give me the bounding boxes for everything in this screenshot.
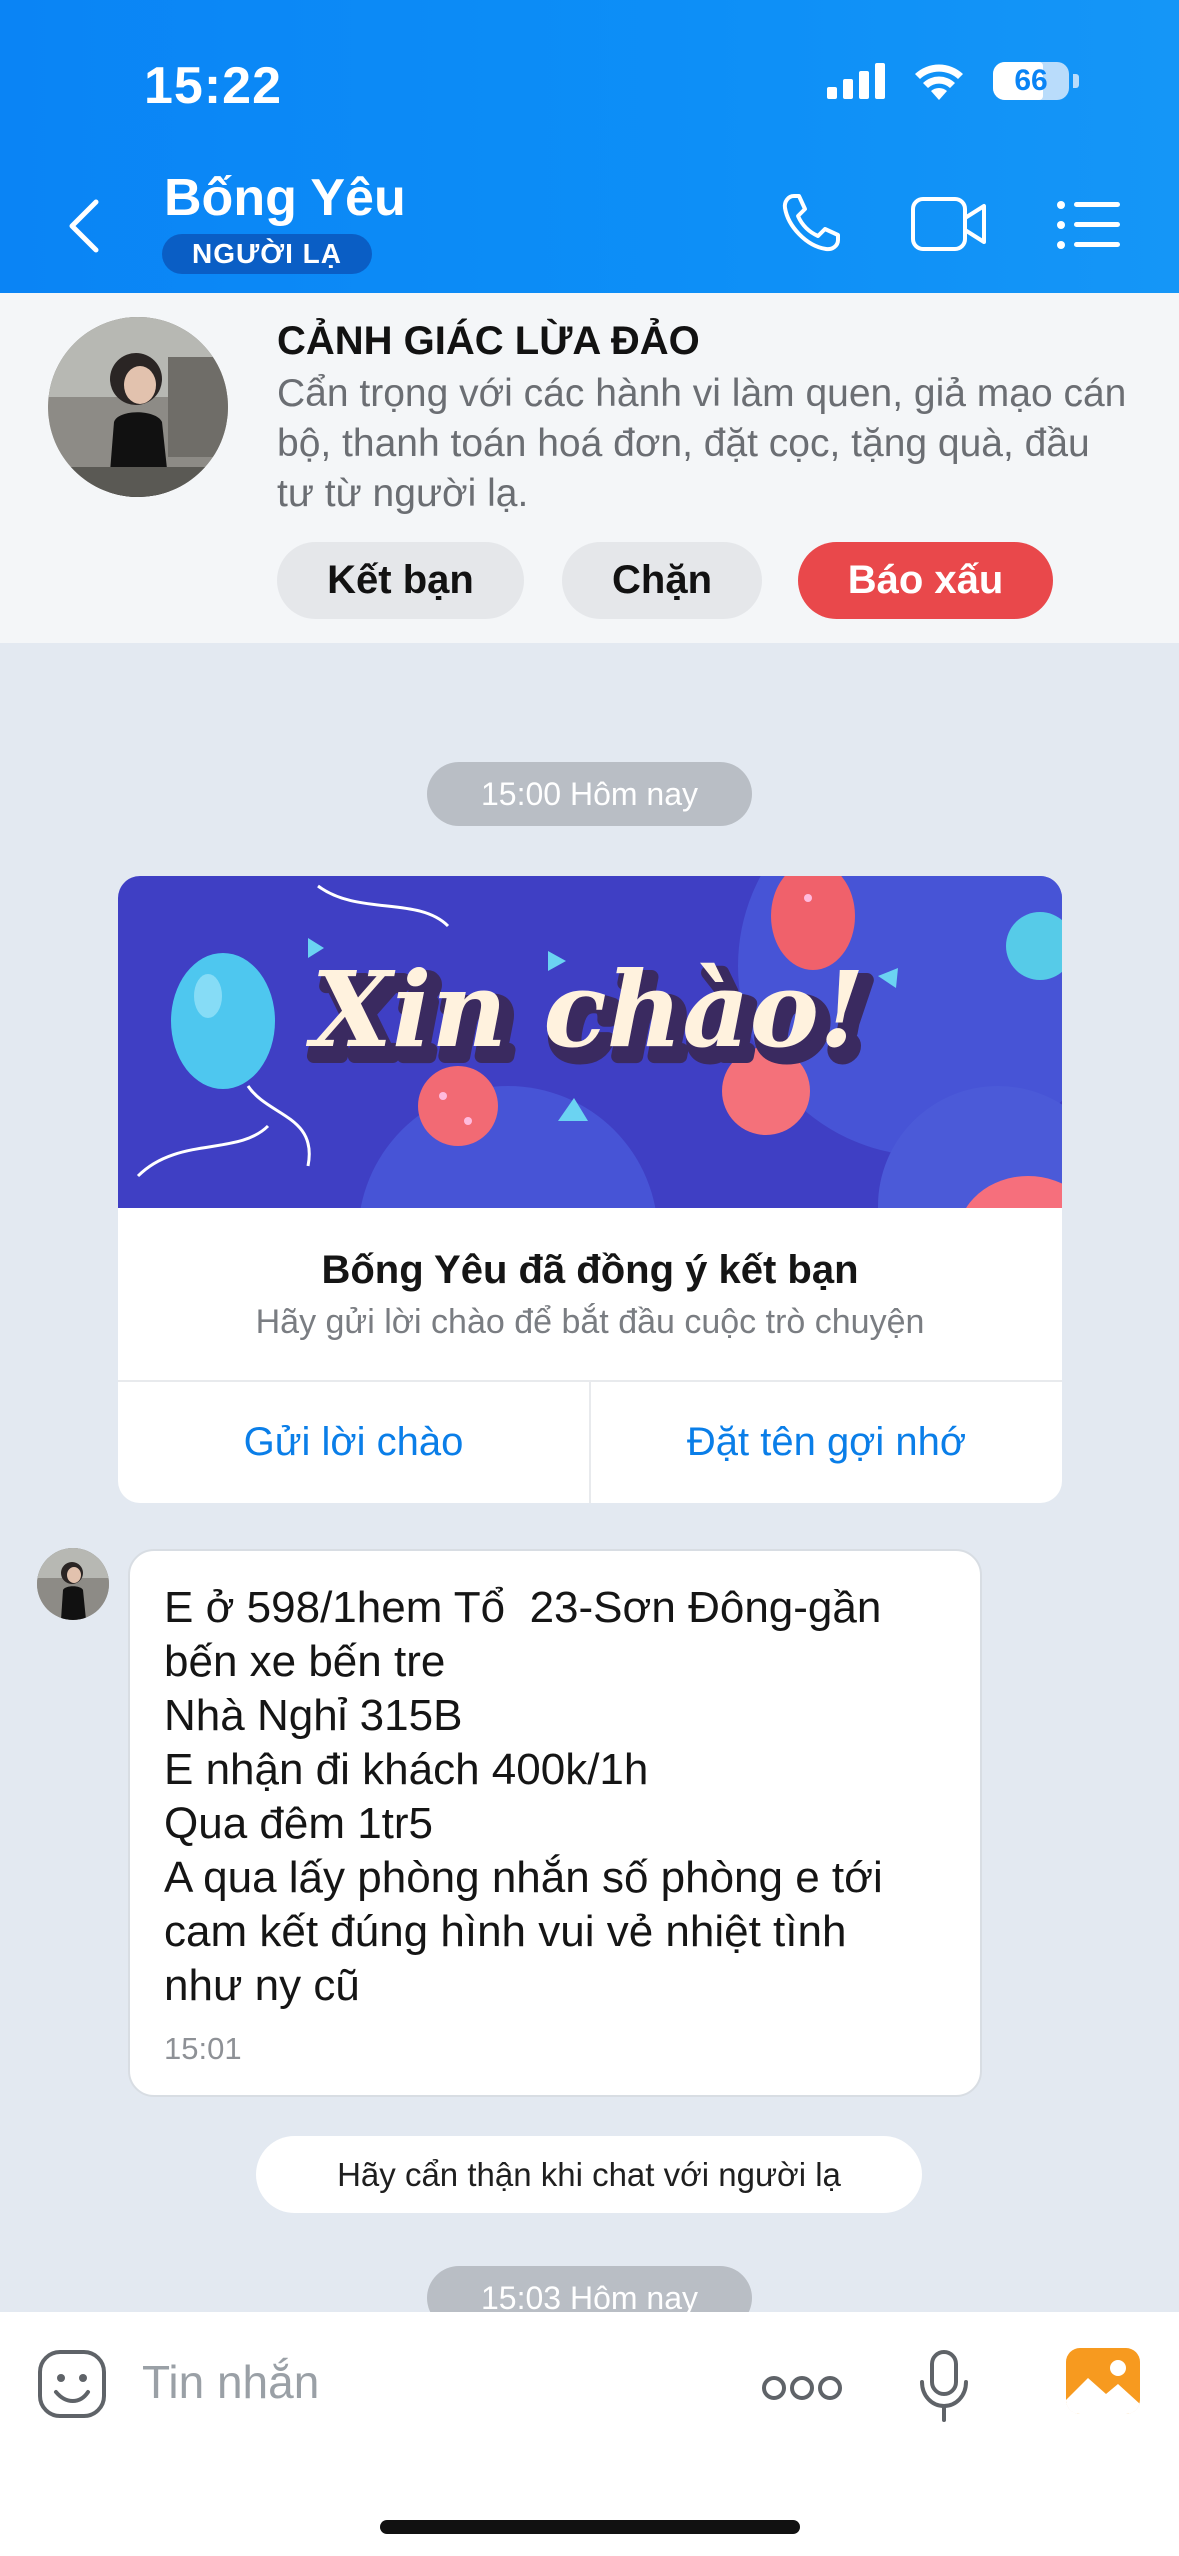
message-line: A qua lấy phòng nhắn số phòng e tới [164, 1853, 883, 1902]
wifi-icon [915, 64, 963, 100]
block-button[interactable]: Chặn [562, 542, 762, 619]
report-button[interactable]: Báo xấu [798, 542, 1053, 619]
video-call-icon[interactable] [910, 196, 988, 252]
message-time: 15:01 [164, 2031, 242, 2066]
stranger-badge: NGƯỜI LẠ [162, 234, 372, 274]
message-line: bến xe bến tre [164, 1637, 446, 1686]
card-title: Bống Yêu đã đồng ý kết bạn [321, 1248, 859, 1292]
message-bubble[interactable]: E ở 598/1hem Tổ 23-Sơn Đông-gần bến xe b… [128, 1549, 982, 2097]
contact-avatar[interactable] [48, 317, 228, 497]
sender-avatar[interactable] [37, 1548, 109, 1620]
status-time: 15:22 [144, 57, 282, 115]
back-icon[interactable] [60, 196, 110, 256]
friend-accepted-card: Xin chào! Xin chào! Bống Yêu đã đồng ý k… [118, 876, 1062, 1503]
message-line: Nhà Nghỉ 315B [164, 1691, 463, 1740]
sticker-icon[interactable] [36, 2348, 108, 2420]
add-friend-button[interactable]: Kết bạn [277, 542, 524, 619]
warning-text: Cẩn trọng với các hành vi làm quen, giả … [277, 372, 1127, 515]
greeting-banner: Xin chào! Xin chào! [118, 876, 1062, 1208]
message-line: cam kết đúng hình vui vẻ nhiệt tình [164, 1907, 847, 1956]
signal-icon [827, 63, 885, 99]
message-input[interactable]: Tin nhắn [142, 2355, 319, 2409]
message-line: E ở 598/1hem Tổ 23-Sơn Đông-gần [164, 1583, 882, 1632]
more-icon[interactable] [760, 2374, 844, 2402]
set-nickname-button[interactable]: Đặt tên gợi nhớ [591, 1382, 1062, 1503]
home-indicator [380, 2520, 800, 2534]
status-icons: 66 [827, 62, 1079, 100]
contact-name[interactable]: Bống Yêu [164, 168, 406, 228]
microphone-icon[interactable] [918, 2348, 970, 2424]
stranger-notice: Hãy cẩn thận khi chat với người lạ [256, 2136, 922, 2213]
scam-warning-panel: CẢNH GIÁC LỪA ĐẢO Cẩn trọng với các hành… [0, 293, 1179, 643]
phone-icon[interactable] [778, 190, 844, 256]
message-input-bar: Tin nhắn [0, 2312, 1179, 2556]
image-icon[interactable] [1066, 2348, 1140, 2414]
timestamp-chip: 15:00 Hôm nay [427, 762, 752, 826]
card-subtitle: Hãy gửi lời chào để bắt đầu cuộc trò chu… [255, 1303, 925, 1341]
banner-text: Xin chào! [305, 948, 864, 1071]
battery-level: 66 [1014, 64, 1048, 97]
message-line: như ny cũ [164, 1961, 360, 2010]
message-line: E nhận đi khách 400k/1h [164, 1745, 649, 1794]
send-greeting-button[interactable]: Gửi lời chào [118, 1382, 589, 1503]
menu-list-icon[interactable] [1056, 200, 1120, 250]
message-line: Qua đêm 1tr5 [164, 1799, 434, 1848]
battery-icon: 66 [993, 62, 1069, 100]
warning-title: CẢNH GIÁC LỪA ĐẢO [277, 319, 700, 363]
chat-header: 15:22 66 Bống Yêu NGƯỜI LẠ [0, 0, 1179, 293]
